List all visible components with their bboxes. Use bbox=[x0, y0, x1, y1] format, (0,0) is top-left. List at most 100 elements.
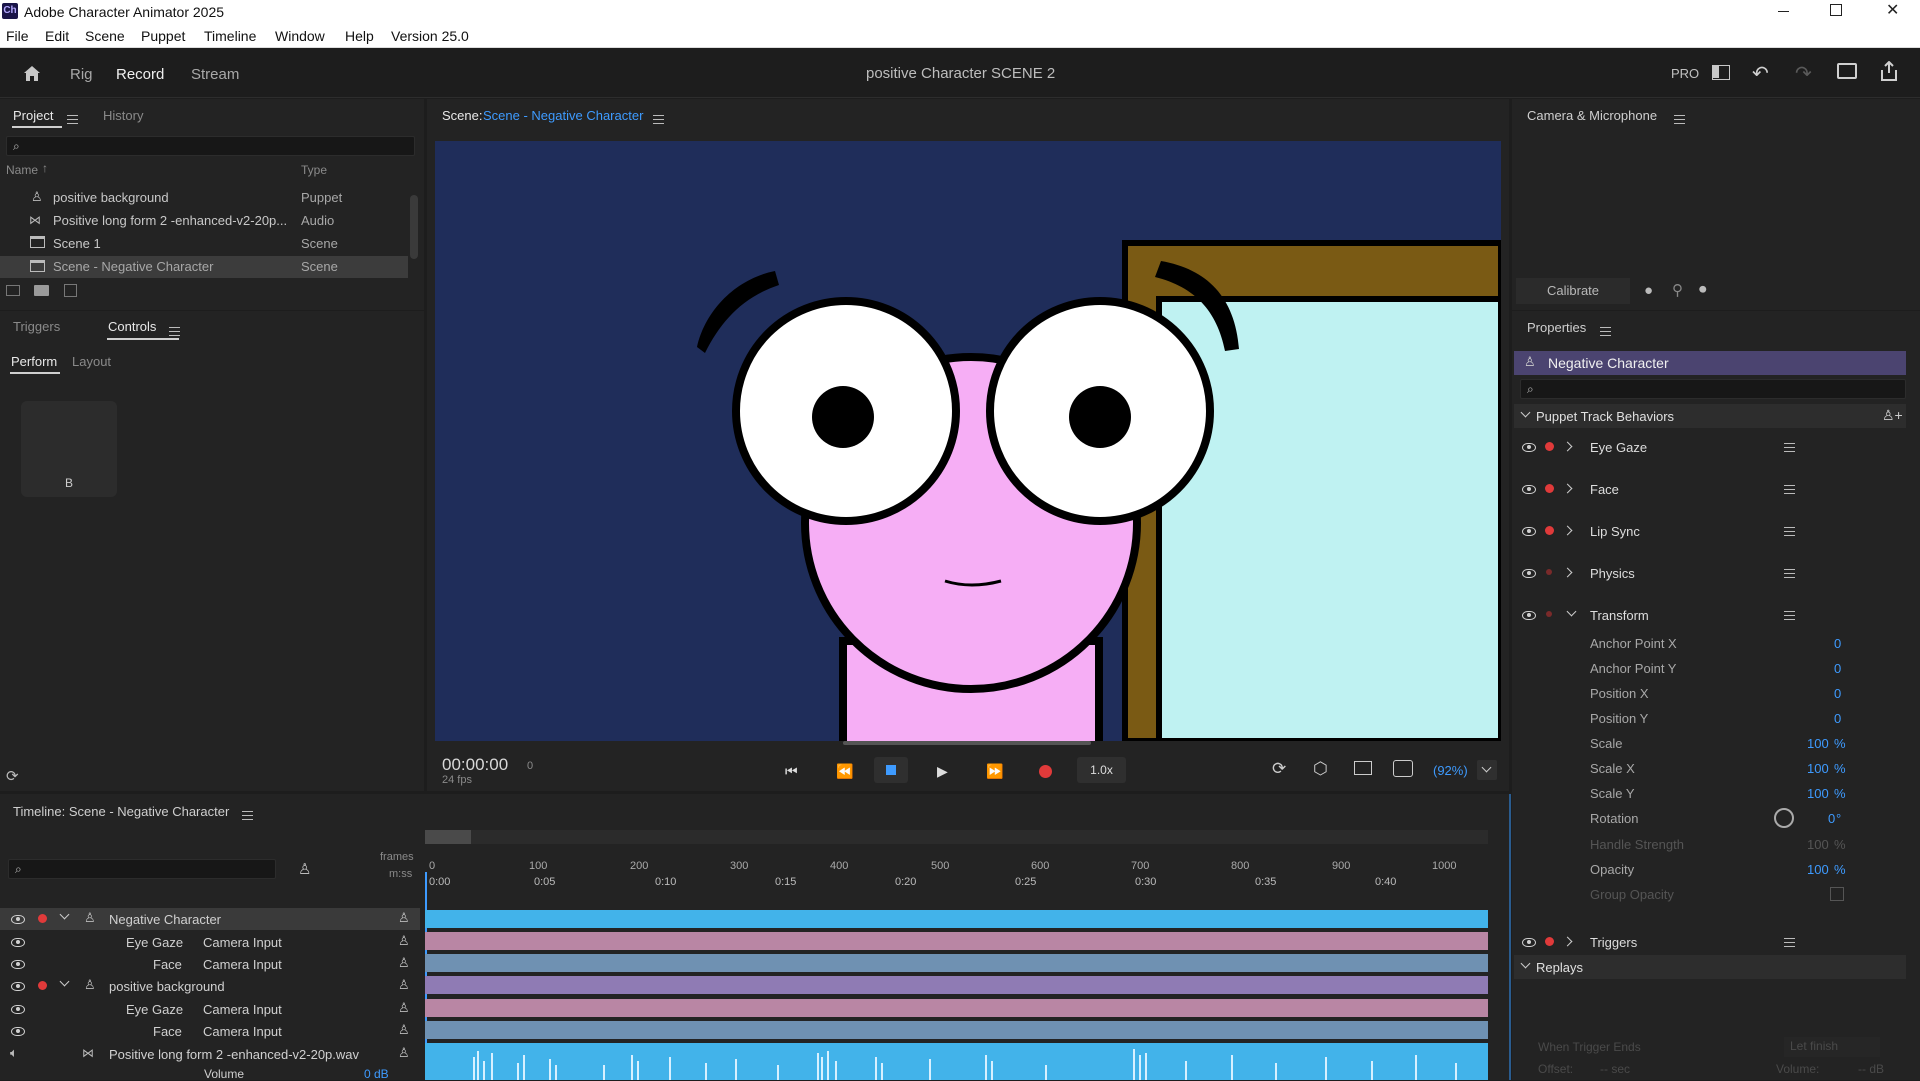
project-menu-icon[interactable] bbox=[67, 115, 78, 125]
take-bar-face[interactable] bbox=[425, 954, 1488, 972]
behavior-row-eye-gaze[interactable]: Eye Gaze bbox=[1514, 436, 1906, 458]
project-scrollbar[interactable] bbox=[410, 195, 418, 259]
stop-button[interactable] bbox=[874, 757, 908, 783]
tab-rig[interactable]: Rig bbox=[70, 66, 93, 83]
param-value[interactable]: 0 bbox=[1834, 711, 1841, 726]
puppet-header[interactable]: ♙ Negative Character bbox=[1514, 351, 1906, 375]
zoom-chevron-icon[interactable] bbox=[1477, 760, 1497, 780]
scene-name-link[interactable]: Scene - Negative Character bbox=[483, 108, 643, 123]
feedback-icon[interactable] bbox=[1837, 63, 1857, 79]
play-icon[interactable]: ▶ bbox=[937, 763, 948, 780]
timeline-search-input[interactable]: ⌕ bbox=[8, 859, 276, 879]
arm-record-icon[interactable] bbox=[38, 981, 47, 990]
tab-project[interactable]: Project bbox=[13, 108, 53, 123]
menu-window[interactable]: Window bbox=[275, 28, 325, 44]
project-row[interactable]: ⋈ Positive long form 2 -enhanced-v2-20p.… bbox=[0, 210, 408, 232]
track-row-face-2[interactable]: Face Camera Input ♙ bbox=[0, 1020, 420, 1042]
zoom-level[interactable]: (92%) bbox=[1433, 763, 1468, 778]
scene-canvas[interactable] bbox=[435, 141, 1501, 741]
offset-value[interactable]: -- sec bbox=[1600, 1062, 1630, 1076]
menu-help[interactable]: Help bbox=[345, 28, 374, 44]
let-finish-select[interactable]: Let finish bbox=[1784, 1037, 1880, 1057]
arm-all-icon[interactable]: ♙ bbox=[298, 860, 311, 878]
timeline-menu-icon[interactable] bbox=[242, 811, 253, 821]
refresh-icon[interactable]: ⟳ bbox=[6, 767, 19, 785]
body-tracking-icon[interactable]: ⚲ bbox=[1672, 281, 1683, 299]
behavior-row-triggers[interactable]: Triggers bbox=[1514, 931, 1906, 953]
speaker-icon[interactable]: 🔈︎ bbox=[10, 1045, 18, 1061]
calibrate-button[interactable]: Calibrate bbox=[1516, 278, 1630, 304]
behavior-menu-icon[interactable] bbox=[1784, 938, 1795, 947]
tab-history[interactable]: History bbox=[103, 108, 143, 123]
param-value[interactable]: 0 bbox=[1834, 686, 1841, 701]
behavior-row-face[interactable]: Face bbox=[1514, 478, 1906, 500]
visibility-eye-icon[interactable] bbox=[1522, 611, 1536, 620]
record-button[interactable] bbox=[1039, 765, 1052, 778]
visibility-eye-icon[interactable] bbox=[1522, 485, 1536, 494]
redo-icon[interactable]: ↷ bbox=[1795, 61, 1812, 86]
volume-value[interactable]: 0 dB bbox=[364, 1067, 389, 1081]
new-folder-icon[interactable] bbox=[34, 285, 49, 296]
menu-edit[interactable]: Edit bbox=[45, 28, 69, 44]
volume-value[interactable]: -- dB bbox=[1858, 1062, 1884, 1076]
expand-chevron-icon[interactable] bbox=[1562, 567, 1573, 578]
track-arm-icon[interactable]: ♙ bbox=[398, 910, 410, 926]
close-button[interactable]: ✕ bbox=[1886, 0, 1899, 20]
properties-menu-icon[interactable] bbox=[1600, 327, 1611, 337]
track-row-eye-gaze-2[interactable]: Eye Gaze Camera Input ♙ bbox=[0, 998, 420, 1020]
visibility-eye-icon[interactable] bbox=[1522, 938, 1536, 947]
menu-puppet[interactable]: Puppet bbox=[141, 28, 185, 44]
behavior-row-physics[interactable]: Physics bbox=[1514, 562, 1906, 584]
step-forward-icon[interactable]: ⏩ bbox=[986, 763, 1003, 780]
param-value[interactable]: 0 bbox=[1828, 811, 1835, 826]
physics-icon[interactable]: ⬡ bbox=[1313, 759, 1328, 779]
arm-record-icon[interactable] bbox=[1545, 442, 1554, 451]
expand-chevron-icon[interactable] bbox=[1562, 483, 1573, 494]
visibility-eye-icon[interactable] bbox=[11, 1005, 25, 1014]
project-search-input[interactable]: ⌕ bbox=[6, 136, 415, 156]
tab-stream[interactable]: Stream bbox=[191, 66, 239, 83]
behavior-menu-icon[interactable] bbox=[1784, 485, 1795, 494]
arm-record-icon[interactable] bbox=[1545, 526, 1554, 535]
track-row-audio[interactable]: 🔈︎ ⋈ Positive long form 2 -enhanced-v2-2… bbox=[0, 1043, 420, 1081]
step-back-icon[interactable]: ⏪ bbox=[836, 763, 853, 780]
arm-record-icon[interactable] bbox=[1545, 937, 1554, 946]
home-icon[interactable] bbox=[22, 64, 42, 82]
properties-search-input[interactable]: ⌕ bbox=[1520, 379, 1906, 399]
behaviors-section-header[interactable]: Puppet Track Behaviors ♙+ bbox=[1514, 404, 1906, 428]
work-area-bar[interactable] bbox=[425, 830, 1488, 844]
take-bar-face-2[interactable] bbox=[425, 1021, 1488, 1039]
param-value[interactable]: 100 bbox=[1807, 736, 1829, 751]
track-arm-icon[interactable]: ♙ bbox=[398, 933, 410, 949]
param-value[interactable]: 100 bbox=[1807, 761, 1829, 776]
behavior-menu-icon[interactable] bbox=[1784, 611, 1795, 620]
track-bar-negative-character[interactable] bbox=[425, 910, 1488, 928]
tab-triggers[interactable]: Triggers bbox=[13, 319, 60, 334]
onion-skin-icon[interactable] bbox=[1393, 760, 1413, 777]
undo-icon[interactable]: ↶ bbox=[1752, 61, 1769, 86]
new-note-icon[interactable] bbox=[64, 284, 77, 297]
arm-record-icon[interactable] bbox=[38, 914, 47, 923]
visibility-eye-icon[interactable] bbox=[1522, 527, 1536, 536]
controls-menu-icon[interactable] bbox=[169, 327, 180, 337]
microphone-icon[interactable]: ⏺ bbox=[1699, 281, 1707, 298]
param-value[interactable]: 100 bbox=[1807, 786, 1829, 801]
rotation-dial-icon[interactable] bbox=[1774, 808, 1794, 828]
add-behavior-icon[interactable]: ♙+ bbox=[1882, 407, 1903, 424]
track-row-eye-gaze[interactable]: Eye Gaze Camera Input ♙ bbox=[0, 931, 420, 953]
go-to-start-icon[interactable]: ⏮ bbox=[785, 763, 798, 780]
track-bar-positive-background[interactable] bbox=[425, 976, 1488, 994]
param-value[interactable]: 100 bbox=[1807, 862, 1829, 877]
stream-icon[interactable] bbox=[1354, 761, 1372, 775]
scene-scrollbar[interactable] bbox=[843, 741, 1091, 745]
subtab-perform[interactable]: Perform bbox=[11, 354, 57, 369]
arm-record-icon[interactable] bbox=[1545, 484, 1554, 493]
project-row-selected[interactable]: Scene - Negative Character Scene bbox=[0, 256, 408, 278]
track-row-positive-background[interactable]: ♙ positive background ♙ bbox=[0, 975, 420, 997]
collapse-chevron-icon[interactable] bbox=[59, 976, 70, 987]
trigger-button[interactable]: B bbox=[21, 401, 117, 497]
take-bar-eye-gaze[interactable] bbox=[425, 932, 1488, 950]
scene-menu-icon[interactable] bbox=[653, 115, 664, 125]
take-bar-eye-gaze-2[interactable] bbox=[425, 999, 1488, 1017]
track-row-negative-character[interactable]: ♙ Negative Character ♙ bbox=[0, 908, 420, 930]
